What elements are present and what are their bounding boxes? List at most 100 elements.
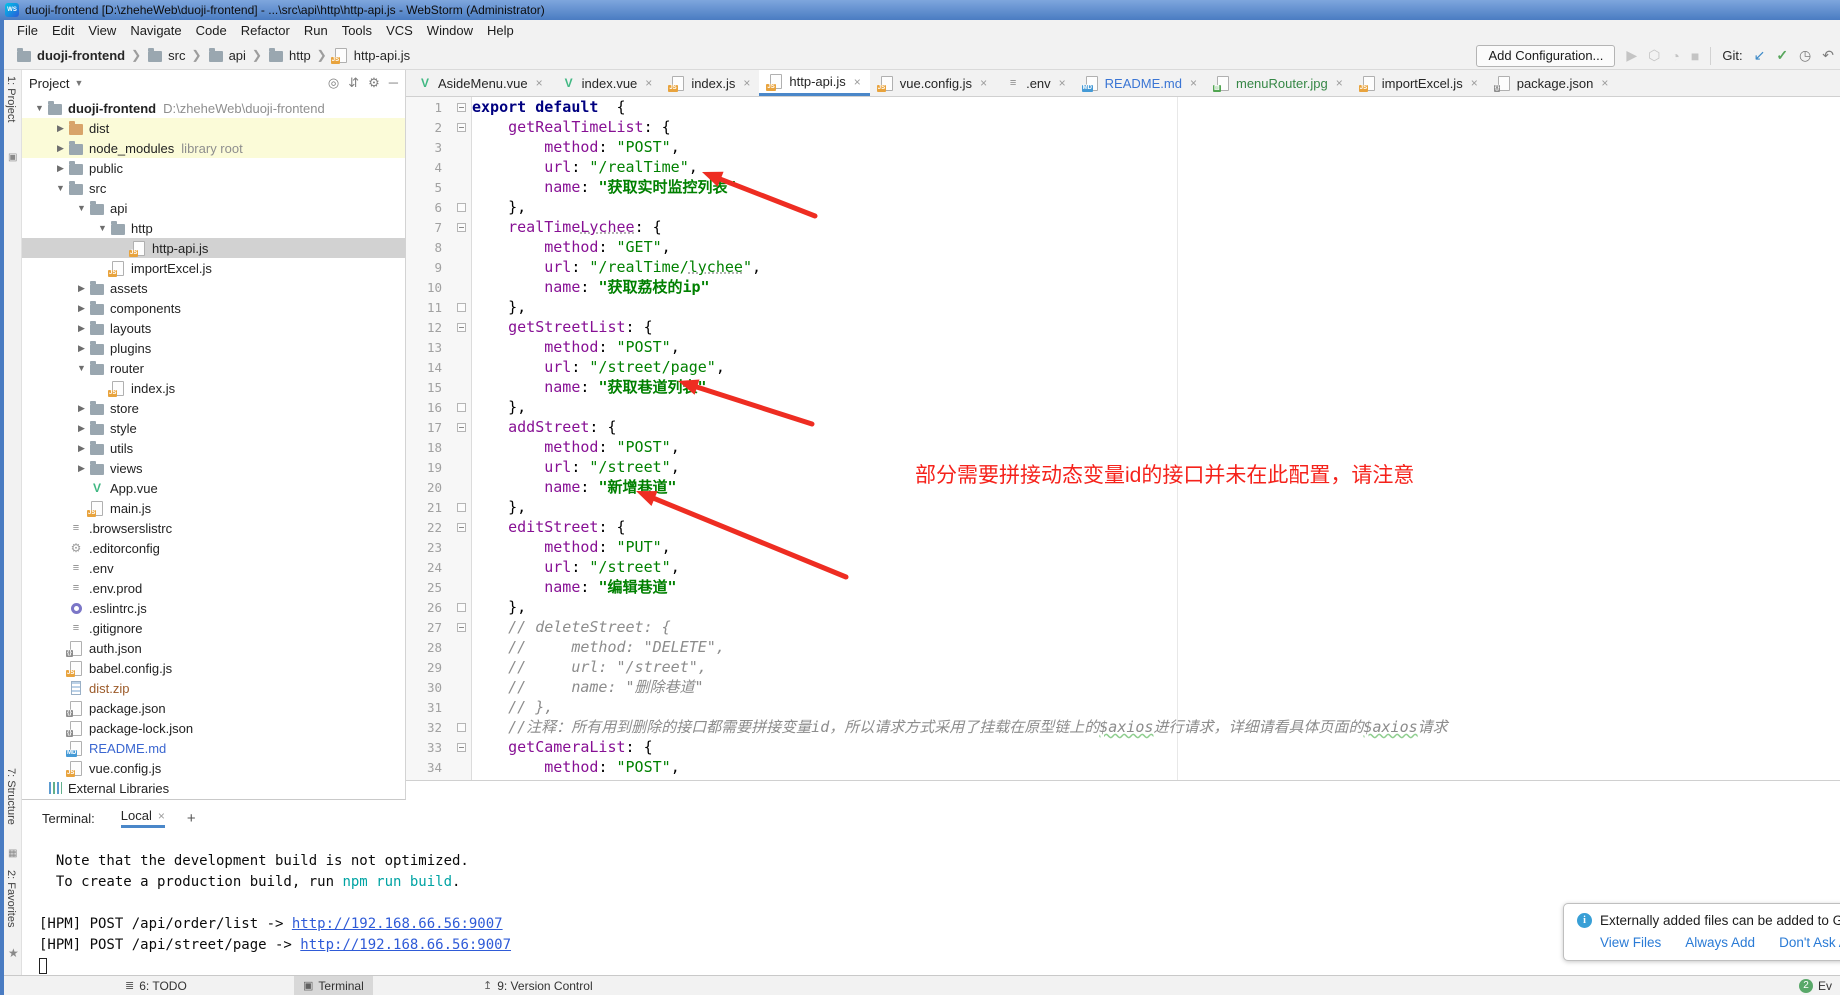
tree-item-index.js[interactable]: JSindex.js <box>22 378 405 398</box>
close-icon[interactable]: × <box>980 76 987 90</box>
fold-marker[interactable] <box>450 523 472 532</box>
tab-index.vue[interactable]: Vindex.vue× <box>552 70 662 96</box>
notification-link-always-add[interactable]: Always Add <box>1685 935 1755 950</box>
tree-item-auth.json[interactable]: {}auth.json <box>22 638 405 658</box>
tree-item-README.md[interactable]: MDREADME.md <box>22 738 405 758</box>
fold-marker[interactable] <box>450 303 472 312</box>
fold-open-icon[interactable] <box>457 623 466 632</box>
chevron-right-icon[interactable]: ▶ <box>74 443 89 454</box>
breadcrumb-item-http[interactable]: http <box>268 47 311 63</box>
close-icon[interactable]: × <box>1059 76 1066 90</box>
tree-item-.browserslistrc[interactable]: ≡.browserslistrc <box>22 518 405 538</box>
notification-link-view-files[interactable]: View Files <box>1600 935 1661 950</box>
tab-menuRouter.jpg[interactable]: ▨menuRouter.jpg× <box>1206 70 1352 96</box>
tab-README.md[interactable]: MDREADME.md× <box>1075 70 1206 96</box>
menu-vcs[interactable]: VCS <box>379 21 420 40</box>
tree-item-.env.prod[interactable]: ≡.env.prod <box>22 578 405 598</box>
chevron-right-icon[interactable]: ▶ <box>74 303 89 314</box>
tab-vue.config.js[interactable]: JSvue.config.js× <box>870 70 996 96</box>
coverage-icon[interactable]: ◔ <box>1671 48 1679 64</box>
close-icon[interactable]: × <box>1601 76 1608 90</box>
statusbar-todo-button[interactable]: ≣ 6: TODO <box>116 976 196 995</box>
chevron-right-icon[interactable]: ▶ <box>74 343 89 354</box>
tree-item-.env[interactable]: ≡.env <box>22 558 405 578</box>
editor-body[interactable]: 1export default {2 getRealTimeList: {3 m… <box>406 97 1840 780</box>
menu-edit[interactable]: Edit <box>45 21 81 40</box>
git-update-icon[interactable]: ↙ <box>1754 47 1766 64</box>
tab-index.js[interactable]: JSindex.js× <box>661 70 759 96</box>
breadcrumb-item-duoji-frontend[interactable]: duoji-frontend <box>16 47 125 63</box>
toolwindow-structure-button[interactable]: 7: Structure <box>5 768 17 825</box>
chevron-right-icon[interactable]: ▶ <box>53 163 68 174</box>
fold-marker[interactable] <box>450 423 472 432</box>
hide-icon[interactable]: ─ <box>389 75 398 91</box>
breadcrumb-item-api[interactable]: api <box>208 47 246 63</box>
tree-item-layouts[interactable]: ▶layouts <box>22 318 405 338</box>
chevron-down-icon[interactable]: ▼ <box>32 103 47 113</box>
chevron-right-icon[interactable]: ▶ <box>74 323 89 334</box>
fold-open-icon[interactable] <box>457 323 466 332</box>
chevron-down-icon[interactable]: ▼ <box>53 183 68 193</box>
tree-item-package.json[interactable]: {}package.json <box>22 698 405 718</box>
tab-importExcel.js[interactable]: JSimportExcel.js× <box>1352 70 1487 96</box>
tree-item-babel.config.js[interactable]: JSbabel.config.js <box>22 658 405 678</box>
new-terminal-button[interactable]: + <box>187 810 196 827</box>
menu-tools[interactable]: Tools <box>335 21 379 40</box>
fold-marker[interactable] <box>450 203 472 212</box>
fold-open-icon[interactable] <box>457 743 466 752</box>
menu-help[interactable]: Help <box>480 21 521 40</box>
chevron-down-icon[interactable]: ▼ <box>74 203 89 213</box>
fold-marker[interactable] <box>450 223 472 232</box>
fold-close-icon[interactable] <box>457 503 466 512</box>
tree-item-node_modules[interactable]: ▶node_moduleslibrary root <box>22 138 405 158</box>
fold-open-icon[interactable] <box>457 423 466 432</box>
menu-refactor[interactable]: Refactor <box>234 21 297 40</box>
tree-item-http[interactable]: ▼http <box>22 218 405 238</box>
notification-link-don't-ask-agai[interactable]: Don't Ask Agai <box>1779 935 1840 950</box>
run-icon[interactable]: ▶ <box>1626 47 1637 64</box>
git-history-icon[interactable]: ◷ <box>1799 47 1811 64</box>
tree-item-package-lock.json[interactable]: {}package-lock.json <box>22 718 405 738</box>
chevron-right-icon[interactable]: ▶ <box>53 143 68 154</box>
statusbar-terminal-button[interactable]: ▣ Terminal <box>294 976 373 995</box>
fold-marker[interactable] <box>450 103 472 112</box>
tree-item-External Libraries[interactable]: External Libraries <box>22 778 405 797</box>
tree-item-dist[interactable]: ▶dist <box>22 118 405 138</box>
tree-item-vue.config.js[interactable]: JSvue.config.js <box>22 758 405 778</box>
project-panel-title[interactable]: Project <box>29 76 69 91</box>
fold-open-icon[interactable] <box>457 223 466 232</box>
statusbar-version-control-button[interactable]: ↥ 9: Version Control <box>474 976 602 995</box>
tree-item-http-api.js[interactable]: JShttp-api.js <box>22 238 405 258</box>
tree-item-style[interactable]: ▶style <box>22 418 405 438</box>
chevron-right-icon[interactable]: ▶ <box>53 123 68 134</box>
tab-.env[interactable]: ≡.env× <box>996 70 1075 96</box>
menu-run[interactable]: Run <box>297 21 335 40</box>
menu-navigate[interactable]: Navigate <box>123 21 188 40</box>
add-configuration-button[interactable]: Add Configuration... <box>1476 45 1615 67</box>
tree-item-importExcel.js[interactable]: JSimportExcel.js <box>22 258 405 278</box>
debug-icon[interactable]: ⬡ <box>1648 47 1660 64</box>
chevron-down-icon[interactable]: ▼ <box>95 223 110 233</box>
fold-marker[interactable] <box>450 723 472 732</box>
tab-http-api.js[interactable]: JShttp-api.js× <box>759 70 869 96</box>
menu-code[interactable]: Code <box>189 21 234 40</box>
fold-close-icon[interactable] <box>457 403 466 412</box>
tree-item-src[interactable]: ▼src <box>22 178 405 198</box>
fold-open-icon[interactable] <box>457 103 466 112</box>
close-icon[interactable]: × <box>1190 76 1197 90</box>
close-icon[interactable]: × <box>1471 76 1478 90</box>
tree-item-App.vue[interactable]: VApp.vue <box>22 478 405 498</box>
terminal-link[interactable]: http://192.168.66.56:9007 <box>300 937 511 953</box>
tree-item-views[interactable]: ▶views <box>22 458 405 478</box>
scroll-icon[interactable]: ⇵ <box>348 75 359 91</box>
close-icon[interactable]: × <box>158 809 165 823</box>
tab-AsideMenu.vue[interactable]: VAsideMenu.vue× <box>408 70 552 96</box>
fold-marker[interactable] <box>450 623 472 632</box>
breadcrumb-item-src[interactable]: src <box>147 47 185 63</box>
tree-item-.eslintrc.js[interactable]: .eslintrc.js <box>22 598 405 618</box>
tree-item-plugins[interactable]: ▶plugins <box>22 338 405 358</box>
toolwindow-favorites-button[interactable]: 2: Favorites <box>5 870 17 927</box>
tree-item-store[interactable]: ▶store <box>22 398 405 418</box>
tree-item-dist.zip[interactable]: dist.zip <box>22 678 405 698</box>
tree-item-public[interactable]: ▶public <box>22 158 405 178</box>
